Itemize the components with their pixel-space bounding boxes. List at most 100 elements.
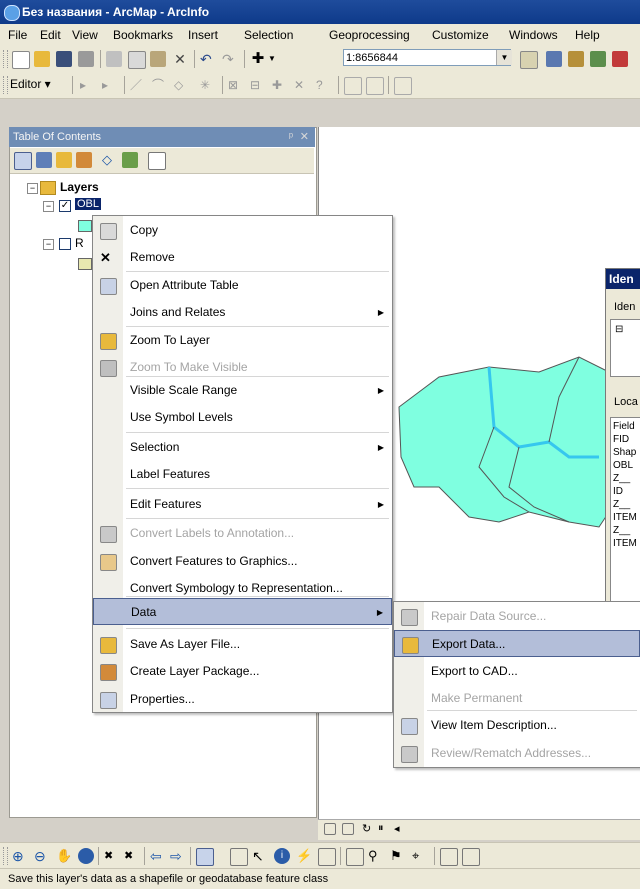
zoom-in-icon[interactable]: ⊕: [12, 848, 28, 864]
menu-bookmarks[interactable]: Bookmarks: [113, 28, 173, 42]
identify-title[interactable]: Iden: [606, 269, 640, 289]
data-view-icon[interactable]: [324, 823, 336, 835]
identify-tree[interactable]: ⊟: [610, 319, 640, 377]
back-extent-icon[interactable]: ⇦: [150, 848, 166, 864]
go-to-xy-icon[interactable]: ⌖: [412, 848, 428, 864]
context-menu-item-copy[interactable]: Copy: [93, 217, 392, 244]
r-collapse-icon[interactable]: −: [43, 239, 54, 250]
context-menu-item-zoom-to-layer[interactable]: Zoom To Layer: [93, 327, 392, 354]
context-menu-item-visible-scale-range[interactable]: Visible Scale Range ▶: [93, 377, 392, 404]
add-data-dropdown-icon[interactable]: ▼: [268, 51, 284, 67]
menu-geoprocessing[interactable]: Geoprocessing: [329, 28, 410, 42]
paste-icon[interactable]: [150, 51, 166, 67]
draw-icon[interactable]: ◇: [102, 152, 118, 168]
save-icon[interactable]: [56, 51, 72, 67]
data-submenu-item-export-data[interactable]: Export Data...: [394, 630, 640, 657]
list-by-drawing-order-icon[interactable]: [14, 152, 32, 170]
zoom-out-icon[interactable]: ⊖: [34, 848, 50, 864]
arctoolbox-icon[interactable]: [612, 51, 628, 67]
measure-icon[interactable]: [346, 848, 364, 866]
html-popup-icon[interactable]: [318, 848, 336, 866]
context-menu-item-create-layer-package[interactable]: Create Layer Package...: [93, 658, 392, 685]
fixed-zoom-out-icon[interactable]: ✖: [124, 848, 140, 864]
delete-icon[interactable]: ✕: [172, 51, 188, 67]
toc-layer-r[interactable]: R: [75, 236, 84, 250]
open-folder-icon[interactable]: [34, 51, 50, 67]
add-data-icon[interactable]: ✚: [250, 51, 266, 67]
context-menu-item-open-attribute-table[interactable]: Open Attribute Table: [93, 272, 392, 299]
toc-layer-obl[interactable]: OBL: [75, 198, 102, 210]
catalog-icon[interactable]: [568, 51, 584, 67]
r-visibility-checkbox[interactable]: [59, 238, 71, 250]
layers-collapse-icon[interactable]: −: [27, 183, 38, 194]
copy-toolbar-icon[interactable]: [128, 51, 146, 69]
full-extent-icon[interactable]: [78, 848, 94, 864]
menu-edit[interactable]: Edit: [40, 28, 61, 42]
context-menu-item-save-as-layer-file[interactable]: Save As Layer File...: [93, 631, 392, 658]
editor-menu-button[interactable]: Editor ▾: [10, 77, 51, 91]
layout-view-icon[interactable]: [342, 823, 354, 835]
search-window-icon[interactable]: [590, 51, 606, 67]
forward-extent-icon[interactable]: ⇨: [170, 848, 186, 864]
menu-selection[interactable]: Selection: [244, 28, 293, 42]
table-of-contents-icon[interactable]: [546, 51, 562, 67]
create-viewer-icon[interactable]: [462, 848, 480, 866]
list-by-source-icon[interactable]: [36, 152, 52, 168]
menu-windows[interactable]: Windows: [509, 28, 558, 42]
context-menu-item-selection[interactable]: Selection ▶: [93, 434, 392, 461]
toolbar-grip[interactable]: [3, 847, 8, 865]
toolbar-grip[interactable]: [3, 50, 8, 68]
select-features-icon[interactable]: [196, 848, 214, 866]
data-submenu-item-view-item-description[interactable]: View Item Description...: [394, 712, 640, 739]
obl-symbol-swatch[interactable]: [78, 220, 92, 232]
identify-icon[interactable]: i: [274, 848, 290, 864]
context-menu-item-edit-features[interactable]: Edit Features ▶: [93, 491, 392, 518]
toc-layers-label[interactable]: Layers: [60, 180, 99, 194]
fixed-zoom-in-icon[interactable]: ✖: [104, 848, 120, 864]
new-document-icon[interactable]: [12, 51, 30, 69]
find-route-icon[interactable]: ⚑: [390, 848, 406, 864]
add-layer-icon[interactable]: [122, 152, 138, 168]
map-scale-input[interactable]: 1:8656844: [343, 49, 511, 66]
scale-dropdown-icon[interactable]: ▼: [496, 50, 512, 65]
scroll-left-icon[interactable]: ◂: [394, 822, 410, 838]
list-by-visibility-icon[interactable]: [56, 152, 72, 168]
menu-help[interactable]: Help: [575, 28, 600, 42]
options-icon[interactable]: [148, 152, 166, 170]
pause-icon[interactable]: ⏸: [378, 822, 394, 838]
select-elements-icon[interactable]: ↖: [252, 848, 268, 864]
obl-collapse-icon[interactable]: −: [43, 201, 54, 212]
context-menu-item-use-symbol-levels[interactable]: Use Symbol Levels: [93, 404, 392, 431]
hyperlink-icon[interactable]: ⚡: [296, 848, 312, 864]
undo-icon[interactable]: ↶: [200, 51, 216, 67]
editor-toolbar-icon[interactable]: [520, 51, 538, 69]
identify-fields-table[interactable]: Field FID Shap OBL Z__ ID Z__ ITEM Z__ I…: [610, 417, 640, 619]
menu-insert[interactable]: Insert: [188, 28, 218, 42]
list-by-selection-icon[interactable]: [76, 152, 92, 168]
menu-customize[interactable]: Customize: [432, 28, 489, 42]
r-symbol-swatch[interactable]: [78, 258, 92, 270]
obl-visibility-checkbox[interactable]: ✓: [59, 200, 71, 212]
menu-file[interactable]: File: [8, 28, 27, 42]
map-polygon-obl: [398, 356, 620, 528]
print-icon[interactable]: [78, 51, 94, 67]
time-slider-icon[interactable]: [440, 848, 458, 866]
pan-icon[interactable]: ✋: [56, 848, 72, 864]
data-submenu-item-export-to-cad[interactable]: Export to CAD...: [394, 658, 640, 685]
pin-icon[interactable]: ᵖ: [289, 127, 293, 147]
find-icon[interactable]: ⚲: [368, 848, 384, 864]
cut-icon[interactable]: [106, 51, 122, 67]
toolbar-grip[interactable]: [3, 76, 8, 94]
refresh-icon[interactable]: ↻: [362, 822, 378, 838]
context-menu-item-convert-features-to-graphics[interactable]: Convert Features to Graphics...: [93, 548, 392, 575]
context-menu-item-properties[interactable]: Properties...: [93, 686, 392, 713]
redo-icon[interactable]: ↷: [222, 51, 238, 67]
close-icon[interactable]: ✕: [300, 127, 309, 147]
context-menu-item-data[interactable]: Data ▶: [93, 598, 392, 625]
context-menu-item-joins-and-relates[interactable]: Joins and Relates ▶: [93, 299, 392, 326]
expand-icon[interactable]: ⊟: [615, 324, 623, 335]
context-menu-item-label-features[interactable]: Label Features: [93, 461, 392, 488]
context-menu-item-remove[interactable]: ✕ Remove: [93, 244, 392, 271]
clear-selection-icon[interactable]: [230, 848, 248, 866]
menu-view[interactable]: View: [72, 28, 98, 42]
